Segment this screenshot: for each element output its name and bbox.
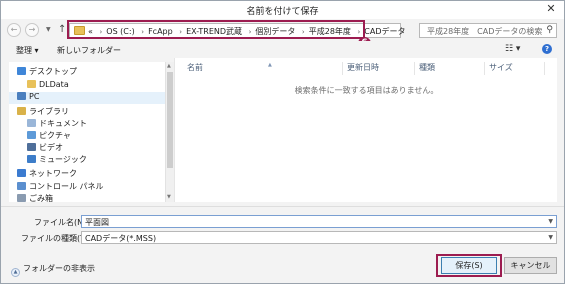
filename-field[interactable]: 平面図 ▼ [81, 215, 557, 228]
empty-list-message: 検索条件に一致する項目はありません。 [294, 86, 439, 95]
search-box[interactable]: 平成28年度 CADデータの検索 ⚲ [419, 23, 557, 38]
organize-button[interactable]: 整理 ▾ [16, 45, 39, 56]
sidebar-item-pc[interactable]: PC [9, 92, 165, 104]
picture-icon [27, 131, 36, 139]
sidebar-item-music[interactable]: ミュージック [27, 154, 87, 166]
document-icon [27, 119, 36, 127]
sidebar-item-label: ごみ箱 [29, 194, 53, 203]
sidebar-item-recycle-bin[interactable]: ごみ箱 [17, 193, 53, 205]
sidebar-item-label: ドキュメント [39, 119, 87, 128]
control-panel-icon [17, 182, 26, 190]
scroll-up-icon[interactable]: ▲ [167, 63, 171, 69]
forward-button[interactable]: → [25, 23, 39, 37]
sidebar-item-pictures[interactable]: ピクチャ [27, 130, 71, 142]
sidebar-item-dldata[interactable]: DLData [27, 80, 69, 92]
cancel-button[interactable]: キャンセル [504, 257, 557, 274]
video-icon [27, 143, 36, 151]
sidebar-item-network[interactable]: ネットワーク [17, 168, 77, 180]
scrollbar-thumb[interactable] [167, 72, 173, 168]
title-bar: 名前を付けて保存 ✕ [1, 1, 564, 19]
column-header-name[interactable]: 名前 ▲ [183, 62, 343, 75]
help-icon[interactable]: ? [542, 44, 552, 54]
navigation-scrollbar[interactable]: ▲ ▼ [165, 62, 174, 202]
save-button[interactable]: 保存(S) [441, 257, 497, 274]
dialog-title: 名前を付けて保存 [246, 7, 319, 17]
sidebar-item-control-panel[interactable]: コントロール パネル [17, 181, 104, 193]
folder-icon [27, 80, 36, 88]
sidebar-item-label: デスクトップ [29, 67, 77, 76]
desktop-icon [17, 67, 26, 75]
up-folder-button[interactable]: ↑ [58, 24, 66, 35]
sidebar-item-label: ミュージック [39, 155, 87, 164]
music-icon [27, 155, 36, 163]
sidebar-item-label: PC [29, 92, 40, 101]
chevron-down-icon[interactable]: ▼ [548, 218, 553, 225]
search-icon[interactable]: ⚲ [546, 25, 553, 35]
pc-icon [17, 92, 26, 100]
new-folder-button[interactable]: 新しいフォルダー [57, 45, 121, 56]
sidebar-item-label: ライブラリ [29, 107, 69, 116]
save-as-dialog: 名前を付けて保存 ✕ ← → ▼ ↑ « › OS (C:) › FcApp › EX… [0, 0, 565, 284]
column-header-modified[interactable]: 更新日時 [343, 62, 415, 75]
close-button[interactable]: ✕ [544, 2, 558, 16]
hide-folders-label: フォルダーの非表示 [23, 264, 95, 273]
sidebar-item-label: コントロール パネル [29, 182, 104, 191]
filename-value: 平面図 [85, 218, 109, 227]
filetype-value: CADデータ(*.MSS) [85, 234, 157, 243]
divider [1, 206, 564, 207]
column-header-size[interactable]: サイズ [485, 62, 545, 75]
recent-locations-dropdown-icon[interactable]: ▼ [46, 26, 51, 33]
sidebar-item-label: ピクチャ [39, 131, 71, 140]
sidebar-item-label: DLData [39, 80, 69, 89]
network-icon [17, 169, 26, 177]
view-options-icon[interactable]: ☷ ▾ [505, 44, 520, 54]
sidebar-item-label: ネットワーク [29, 169, 77, 178]
navigation-pane: デスクトップ DLData PC ライブラリ ドキュメント ピクチャ ビデオ ミ… [9, 62, 165, 205]
back-button[interactable]: ← [7, 23, 21, 37]
collapse-icon: ▲ [11, 268, 20, 277]
search-input[interactable]: 平成28年度 CADデータの検索 [427, 26, 542, 37]
sidebar-item-documents[interactable]: ドキュメント [27, 118, 87, 130]
hide-folders-button[interactable]: ▲ フォルダーの非表示 [11, 263, 95, 277]
library-icon [17, 107, 26, 115]
chevron-down-icon[interactable]: ▼ [548, 234, 553, 241]
column-header-type[interactable]: 種類 [415, 62, 485, 75]
sidebar-item-label: ビデオ [39, 143, 63, 152]
breadcrumb-item-current[interactable]: CADデータ [364, 27, 405, 36]
file-list: 名前 ▲ 更新日時 種類 サイズ 検索条件に一致する項目はありません。 [174, 58, 557, 202]
sidebar-item-videos[interactable]: ビデオ [27, 142, 63, 154]
sidebar-item-libraries[interactable]: ライブラリ [17, 106, 69, 118]
sort-ascending-icon: ▲ [268, 62, 272, 68]
command-bar: 整理 ▾ 新しいフォルダー ☷ ▾ ? [1, 41, 564, 58]
scroll-down-icon[interactable]: ▼ [167, 194, 171, 200]
address-highlight-frame [67, 20, 365, 39]
filetype-select[interactable]: CADデータ(*.MSS) ▼ [81, 231, 557, 244]
sidebar-item-desktop[interactable]: デスクトップ [17, 66, 77, 78]
recycle-bin-icon [17, 194, 26, 202]
